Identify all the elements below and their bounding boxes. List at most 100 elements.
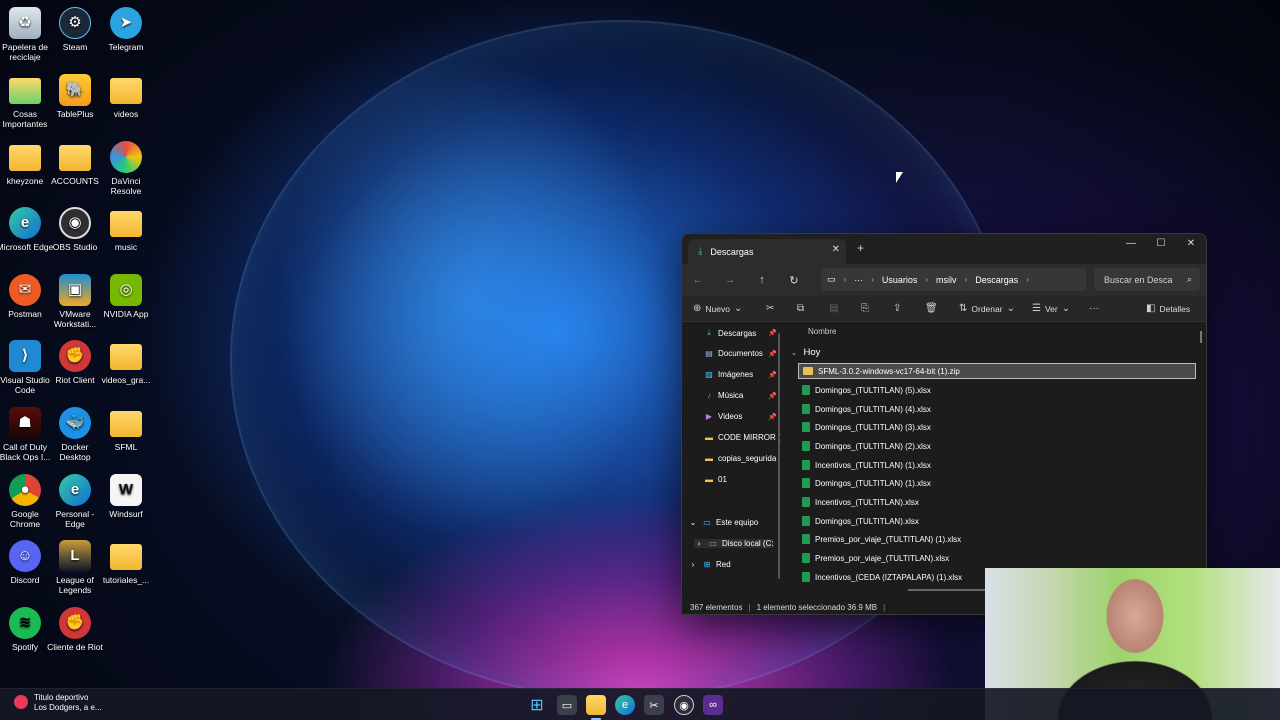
desktop-icon-obs[interactable]: ◉ OBS Studio <box>46 207 104 252</box>
close-window-button[interactable]: ✕ <box>1176 238 1206 249</box>
desktop-icon-label: VMware Workstati... <box>53 309 97 329</box>
file-row[interactable]: Domingos_(TULTITLAN) (5).xlsx <box>798 382 1196 398</box>
more-path-icon[interactable]: ··· <box>854 275 863 285</box>
file-row[interactable]: Domingos_(TULTITLAN) (1).xlsx <box>798 475 1196 491</box>
file-row[interactable]: Domingos_(TULTITLAN) (4).xlsx <box>798 401 1196 417</box>
file-row[interactable]: Incentivos_(TULTITLAN).xlsx <box>798 494 1196 510</box>
start-button[interactable]: ⊞ <box>527 695 547 715</box>
desktop-icon-telegram[interactable]: ➤ Telegram <box>97 7 155 52</box>
file-list-scrollbar[interactable] <box>1200 331 1202 343</box>
view-button[interactable]: ☰ Ver ⌄ <box>1032 303 1070 314</box>
desktop-icon-docker[interactable]: 🐳 Docker Desktop <box>46 407 104 462</box>
share-button[interactable]: ⇪ <box>893 303 901 314</box>
paste-button[interactable]: ▤ <box>829 303 838 314</box>
file-row[interactable]: Incentivos_(TULTITLAN) (1).xlsx <box>798 457 1196 473</box>
nav-item-descargas[interactable]: ⤓ Descargas 📌 <box>704 328 782 338</box>
desktop-icon-label: OBS Studio <box>52 242 98 252</box>
file-row[interactable]: SFML-3.0.2-windows-vc17-64-bit (1).zip <box>798 363 1196 379</box>
navigation-scrollbar[interactable] <box>778 333 780 579</box>
news-widget[interactable]: Titulo deportivo Los Dodgers, a e... <box>14 693 102 713</box>
visual-studio-icon[interactable]: ∞ <box>703 695 723 715</box>
desktop-icon-label: SFML <box>114 442 138 452</box>
task-view-icon[interactable]: ▭ <box>557 695 577 715</box>
more-options-button[interactable]: ··· <box>1089 303 1099 314</box>
copy-button[interactable]: ⧉ <box>797 303 804 314</box>
nav-item-red[interactable]: › ⊞ Red <box>688 560 766 569</box>
tab-bar: ⤓ Descargas ✕ + — ☐ ✕ <box>682 234 1206 264</box>
desktop-icon-nvidia[interactable]: ◎ NVIDIA App <box>97 274 155 319</box>
cut-button[interactable]: ✂ <box>766 303 774 314</box>
file-explorer-taskbar-icon[interactable] <box>586 695 606 715</box>
maximize-button[interactable]: ☐ <box>1146 238 1176 249</box>
nav-item-musica[interactable]: ♪ Música 📌 <box>704 391 782 400</box>
desktop-icon-davinci[interactable]: DaVinci Resolve <box>97 141 155 196</box>
chevron-right-icon: › <box>925 275 929 284</box>
spotify-icon: ≋ <box>9 607 41 639</box>
desktop-icon-videos-gra[interactable]: videos_gra... <box>97 340 155 385</box>
breadcrumb-item[interactable]: msilv <box>936 275 957 285</box>
forward-button[interactable]: → <box>714 274 746 286</box>
snipping-tool-icon[interactable]: ✂ <box>644 695 664 715</box>
desktop-icon-label: Docker Desktop <box>59 442 91 462</box>
breadcrumb-item[interactable]: Descargas <box>975 275 1018 285</box>
delete-button[interactable]: 🗑 <box>925 303 938 314</box>
desktop-icon-vmware[interactable]: ▣ VMware Workstati... <box>46 274 104 329</box>
chevron-down-icon: ⌄ <box>689 518 697 527</box>
telegram-icon: ➤ <box>110 7 142 39</box>
address-bar[interactable]: ▭ › ··· › Usuarios › msilv › Descargas › <box>821 268 1086 291</box>
nav-item-este-equipo[interactable]: ⌄ ▭ Este equipo <box>688 518 766 527</box>
desktop-icon-lol[interactable]: L League of Legends <box>46 540 104 595</box>
group-header-today[interactable]: ⌄ Hoy <box>791 347 820 358</box>
desktop-icon-tutoriales[interactable]: tutoriales_... <box>97 540 155 585</box>
minimize-button[interactable]: — <box>1116 238 1146 249</box>
folder-icon <box>59 145 91 171</box>
desktop-icon-cliente-riot[interactable]: ✊ Cliente de Riot <box>46 607 104 652</box>
nav-item-label: 01 <box>718 475 727 484</box>
details-button[interactable]: ◧ Detalles <box>1146 303 1190 314</box>
desktop-icon-steam[interactable]: ⚙ Steam <box>46 7 104 52</box>
file-row[interactable]: Premios_por_viaje_(TULTITLAN) (1).xlsx <box>798 531 1196 547</box>
chevron-right-icon: › <box>691 560 695 569</box>
desktop-icon-music[interactable]: music <box>97 207 155 252</box>
column-header-name[interactable]: Nombre <box>808 327 836 336</box>
desktop-icon-personal-edge[interactable]: e Personal - Edge <box>46 474 104 529</box>
chevron-right-icon: › <box>964 275 968 284</box>
sort-button[interactable]: ⇅ Ordenar ⌄ <box>959 303 1015 314</box>
folder-icon <box>110 344 142 370</box>
nav-item-01[interactable]: ▬ 01 <box>704 475 782 484</box>
up-button[interactable]: ↑ <box>746 274 778 286</box>
nav-item-label: copias_segurida <box>718 454 777 463</box>
obs-taskbar-icon[interactable]: ◉ <box>674 695 694 715</box>
nav-item-documentos[interactable]: ▤ Documentos 📌 <box>704 349 782 358</box>
chrome-icon: ● <box>9 474 41 506</box>
trash-icon: 🗑 <box>925 303 938 314</box>
file-row[interactable]: Domingos_(TULTITLAN).xlsx <box>798 513 1196 529</box>
nav-item-copias[interactable]: ▬ copias_segurida <box>704 454 782 463</box>
nav-item-videos[interactable]: ▶ Videos 📌 <box>704 412 782 421</box>
desktop-icon-label: Riot Client <box>55 375 95 385</box>
file-row[interactable]: Domingos_(TULTITLAN) (3).xlsx <box>798 419 1196 435</box>
desktop-icon-videos[interactable]: videos <box>97 74 155 119</box>
desktop-icon-windsurf[interactable]: W Windsurf <box>97 474 155 519</box>
close-tab-icon[interactable]: ✕ <box>832 244 840 255</box>
plus-circle-icon: ⊕ <box>693 303 702 314</box>
nav-item-imagenes[interactable]: ▨ Imágenes 📌 <box>704 370 782 379</box>
tab-descargas[interactable]: ⤓ Descargas ✕ <box>688 239 846 264</box>
nav-item-disco-local[interactable]: › ▭ Disco local (C: <box>694 539 774 548</box>
desktop-icon-sfml[interactable]: SFML <box>97 407 155 452</box>
refresh-button[interactable]: ↻ <box>778 274 810 287</box>
breadcrumb-item[interactable]: Usuarios <box>882 275 918 285</box>
rename-button[interactable]: ⎘ <box>861 303 869 314</box>
new-tab-button[interactable]: + <box>857 241 864 255</box>
desktop-icon-tableplus[interactable]: 🐘 TablePlus <box>46 74 104 119</box>
edge-taskbar-icon[interactable]: e <box>615 695 635 715</box>
new-button[interactable]: ⊕ Nuevo ⌄ <box>693 303 742 314</box>
desktop-icon-riot-client[interactable]: ✊ Riot Client <box>46 340 104 385</box>
search-input[interactable]: Buscar en Desca ⌕ <box>1094 268 1200 291</box>
file-row[interactable]: Domingos_(TULTITLAN) (2).xlsx <box>798 438 1196 454</box>
nav-item-code-mirror[interactable]: ▬ CODE MIRROR ( <box>704 433 782 442</box>
desktop-icon-accounts[interactable]: ACCOUNTS <box>46 141 104 186</box>
riot-icon: ✊ <box>59 340 91 372</box>
file-row[interactable]: Premios_por_viaje_(TULTITLAN).xlsx <box>798 550 1196 566</box>
back-button[interactable]: ← <box>682 274 714 286</box>
